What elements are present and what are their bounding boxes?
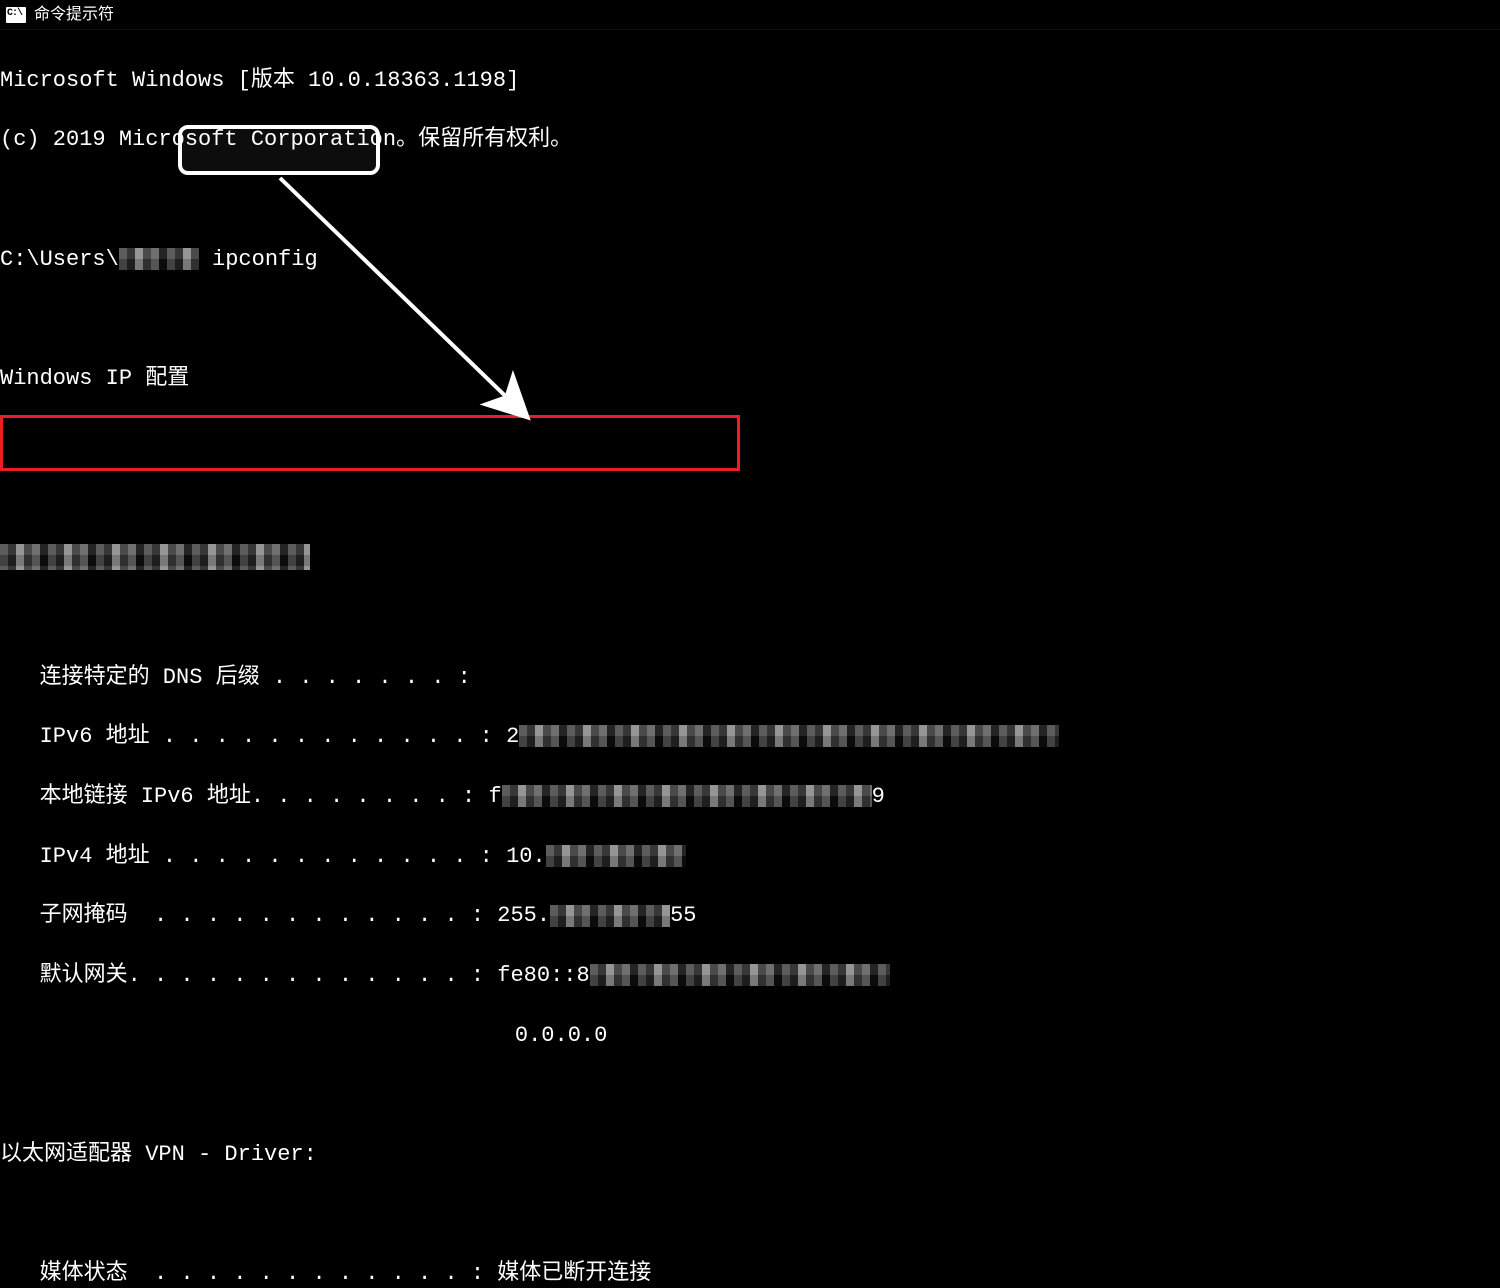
prompt-line: C:\Users\ ipconfig (0, 245, 1500, 275)
field-dns: 连接特定的 DNS 后缀 . . . . . . . : (0, 663, 1500, 693)
field-default-gateway: 默认网关. . . . . . . . . . . . . : fe80::8 (0, 961, 1500, 991)
blank (0, 185, 1500, 215)
command-text: ipconfig (212, 247, 318, 272)
adapter-header-redacted (0, 543, 1500, 573)
blank (0, 603, 1500, 633)
window-title: 命令提示符 (34, 4, 114, 26)
blank (0, 424, 1500, 454)
field-subnet-mask: 子网掩码 . . . . . . . . . . . . : 255.55 (0, 901, 1500, 931)
blank (0, 1200, 1500, 1230)
banner-line-2: (c) 2019 Microsoft Corporation。保留所有权利。 (0, 125, 1500, 155)
blank (0, 1080, 1500, 1110)
redacted-ipv4 (546, 845, 686, 867)
banner-line-1: Microsoft Windows [版本 10.0.18363.1198] (0, 66, 1500, 96)
blank (0, 484, 1500, 514)
terminal-output[interactable]: Microsoft Windows [版本 10.0.18363.1198] (… (0, 30, 1500, 1288)
redacted-ipv6 (519, 725, 1059, 747)
prompt-prefix: C:\Users\ (0, 247, 119, 272)
field-media-state: 媒体状态 . . . . . . . . . . . . : 媒体已断开连接 (0, 1259, 1500, 1288)
field-ipv4: IPv4 地址 . . . . . . . . . . . . : 10. (0, 842, 1500, 872)
window-titlebar[interactable]: 命令提示符 (0, 0, 1500, 30)
blank (0, 304, 1500, 334)
ipconfig-heading: Windows IP 配置 (0, 364, 1500, 394)
field-default-gateway-2: 0.0.0.0 (0, 1021, 1500, 1051)
redacted-llipv6 (502, 785, 872, 807)
cmd-icon (6, 7, 26, 23)
field-local-link-ipv6: 本地链接 IPv6 地址. . . . . . . . : f9 (0, 782, 1500, 812)
field-ipv6: IPv6 地址 . . . . . . . . . . . . : 2 (0, 722, 1500, 752)
redacted-mask (550, 905, 670, 927)
redacted-gateway (590, 964, 890, 986)
redacted-username (119, 248, 199, 270)
redacted-adapter-name (0, 544, 310, 570)
adapter2-header: 以太网适配器 VPN - Driver: (0, 1140, 1500, 1170)
